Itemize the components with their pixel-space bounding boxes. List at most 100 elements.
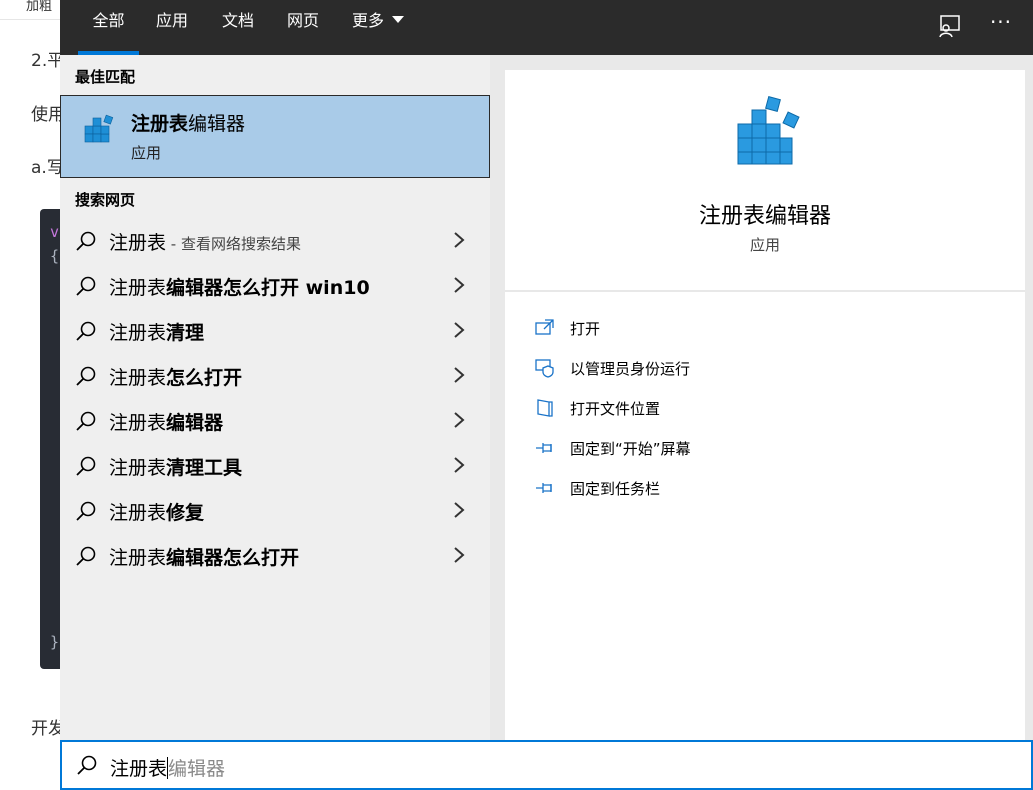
chevron-right-icon bbox=[454, 412, 465, 428]
chevron-right-icon bbox=[454, 457, 465, 473]
tab-web[interactable]: 网页 bbox=[287, 0, 319, 55]
best-match-heading: 最佳匹配 bbox=[75, 68, 136, 86]
web-result-prefix: 注册表 bbox=[109, 277, 167, 299]
web-result-item[interactable]: 注册表修复 bbox=[60, 488, 490, 533]
web-result-prefix: 注册表 bbox=[109, 322, 167, 344]
web-result-hint: - 查看网络搜索结果 bbox=[166, 235, 301, 253]
best-match-title: 注册表编辑器 bbox=[131, 109, 245, 136]
web-result-label: 注册表编辑器 bbox=[109, 408, 223, 435]
web-result-bold: 修复 bbox=[166, 502, 205, 524]
web-result-label: 注册表 - 查看网络搜索结果 bbox=[109, 228, 301, 255]
web-result-bold: 编辑器怎么打开 win10 bbox=[166, 277, 370, 299]
action-pin-to-start[interactable]: 固定到“开始”屏幕 bbox=[535, 434, 835, 464]
web-result-label: 注册表修复 bbox=[109, 498, 204, 525]
web-result-item[interactable]: 注册表编辑器 bbox=[60, 398, 490, 443]
web-result-item[interactable]: 注册表清理工具 bbox=[60, 443, 490, 488]
web-result-item[interactable]: 注册表编辑器怎么打开 win10 bbox=[60, 263, 490, 308]
action-open-file-location[interactable]: 打开文件位置 bbox=[535, 394, 835, 424]
search-icon bbox=[76, 231, 96, 251]
search-icon bbox=[76, 321, 96, 341]
shield-icon bbox=[535, 359, 554, 378]
best-match-item[interactable]: 注册表编辑器 应用 bbox=[60, 95, 490, 178]
web-result-item[interactable]: 注册表清理 bbox=[60, 308, 490, 353]
search-icon bbox=[76, 276, 96, 296]
chevron-right-icon bbox=[454, 547, 465, 563]
best-match-title-bold: 注册表 bbox=[131, 113, 189, 135]
tab-documents-label: 文档 bbox=[222, 11, 255, 30]
background-code-char: } bbox=[50, 633, 60, 651]
search-icon bbox=[76, 456, 96, 476]
action-run-as-admin[interactable]: 以管理员身份运行 bbox=[535, 354, 835, 384]
chevron-right-icon bbox=[454, 322, 465, 338]
pin-icon bbox=[536, 483, 552, 493]
action-pin-to-taskbar-label: 固定到任务栏 bbox=[570, 480, 661, 498]
chevron-right-icon bbox=[454, 502, 465, 518]
web-result-label: 注册表编辑器怎么打开 bbox=[109, 543, 299, 570]
pin-icon bbox=[536, 443, 552, 453]
search-icon bbox=[76, 411, 96, 431]
search-box[interactable]: 注册表编辑器 bbox=[60, 740, 1033, 790]
chevron-down-icon bbox=[392, 16, 405, 23]
action-open-file-location-label: 打开文件位置 bbox=[570, 400, 661, 418]
action-open[interactable]: 打开 bbox=[535, 314, 835, 344]
action-run-as-admin-label: 以管理员身份运行 bbox=[570, 360, 691, 378]
web-result-prefix: 注册表 bbox=[109, 457, 167, 479]
web-result-bold: 编辑器怎么打开 bbox=[166, 547, 300, 569]
web-result-item[interactable]: 注册表怎么打开 bbox=[60, 353, 490, 398]
detail-pane: 注册表编辑器 应用 打开 以管理员身份运行 打开文件位置 固定到“开始”屏幕 固… bbox=[505, 70, 1025, 740]
feedback-icon[interactable] bbox=[934, 12, 964, 42]
web-search-heading: 搜索网页 bbox=[75, 191, 136, 209]
search-query: 注册表 bbox=[110, 758, 168, 780]
search-autocomplete: 编辑器 bbox=[168, 758, 226, 780]
web-result-bold: 编辑器 bbox=[166, 412, 224, 434]
results-pane: 最佳匹配 注册表编辑器 应用 搜索网页 注册表 - 查看网络搜索结果 注册表编辑器… bbox=[60, 55, 490, 740]
background-toolbar-text: 加粗 bbox=[26, 0, 53, 14]
tab-apps[interactable]: 应用 bbox=[156, 0, 188, 55]
tab-documents[interactable]: 文档 bbox=[222, 0, 254, 55]
search-icon bbox=[76, 546, 96, 566]
action-pin-to-taskbar[interactable]: 固定到任务栏 bbox=[535, 474, 835, 504]
background-line: a.写 bbox=[31, 158, 64, 178]
search-icon bbox=[77, 755, 97, 775]
registry-editor-icon bbox=[84, 114, 114, 143]
web-result-item[interactable]: 注册表编辑器怎么打开 bbox=[60, 533, 490, 578]
app-name: 注册表编辑器 bbox=[698, 204, 831, 229]
tab-web-label: 网页 bbox=[287, 11, 320, 30]
file-location-icon bbox=[537, 399, 553, 417]
background-code-char: v bbox=[50, 223, 60, 241]
tab-apps-label: 应用 bbox=[156, 11, 189, 30]
best-match-title-rest: 编辑器 bbox=[188, 113, 246, 135]
tab-more[interactable]: 更多 bbox=[352, 0, 405, 55]
web-result-prefix: 注册表 bbox=[109, 367, 167, 389]
search-icon bbox=[76, 366, 96, 386]
tab-more-label: 更多 bbox=[352, 11, 385, 30]
background-code-char: { bbox=[50, 247, 60, 265]
web-result-item[interactable]: 注册表 - 查看网络搜索结果 bbox=[60, 218, 490, 263]
web-result-bold: 怎么打开 bbox=[166, 367, 243, 389]
action-pin-to-start-label: 固定到“开始”屏幕 bbox=[570, 440, 691, 458]
search-input[interactable]: 注册表编辑器 bbox=[110, 754, 225, 781]
app-detail-card: 注册表编辑器 应用 bbox=[505, 70, 1025, 292]
tab-all[interactable]: 全部 bbox=[78, 0, 139, 55]
web-result-prefix: 注册表 bbox=[109, 547, 167, 569]
search-flyout: 全部 应用 文档 网页 更多 ··· 最佳匹配 注册表编辑器 应用 搜索网页 注… bbox=[60, 0, 1033, 790]
tab-all-label: 全部 bbox=[92, 11, 125, 30]
chevron-right-icon bbox=[454, 367, 465, 383]
filter-tab-bar: 全部 应用 文档 网页 更多 ··· bbox=[60, 0, 1033, 55]
web-result-label: 注册表清理工具 bbox=[109, 453, 242, 480]
web-result-bold: 清理 bbox=[166, 322, 205, 344]
chevron-right-icon bbox=[454, 277, 465, 293]
chevron-right-icon bbox=[454, 232, 465, 248]
web-result-prefix: 注册表 bbox=[109, 232, 167, 254]
web-result-label: 注册表怎么打开 bbox=[109, 363, 242, 390]
web-result-prefix: 注册表 bbox=[109, 412, 167, 434]
web-result-bold: 清理工具 bbox=[166, 457, 243, 479]
web-result-prefix: 注册表 bbox=[109, 502, 167, 524]
more-options-icon[interactable]: ··· bbox=[986, 12, 1016, 42]
open-icon bbox=[535, 319, 554, 335]
registry-editor-icon bbox=[737, 96, 800, 165]
action-open-label: 打开 bbox=[570, 320, 601, 338]
search-icon bbox=[76, 501, 96, 521]
background-toolbar: 加粗 bbox=[0, 0, 60, 20]
best-match-type: 应用 bbox=[131, 144, 162, 162]
